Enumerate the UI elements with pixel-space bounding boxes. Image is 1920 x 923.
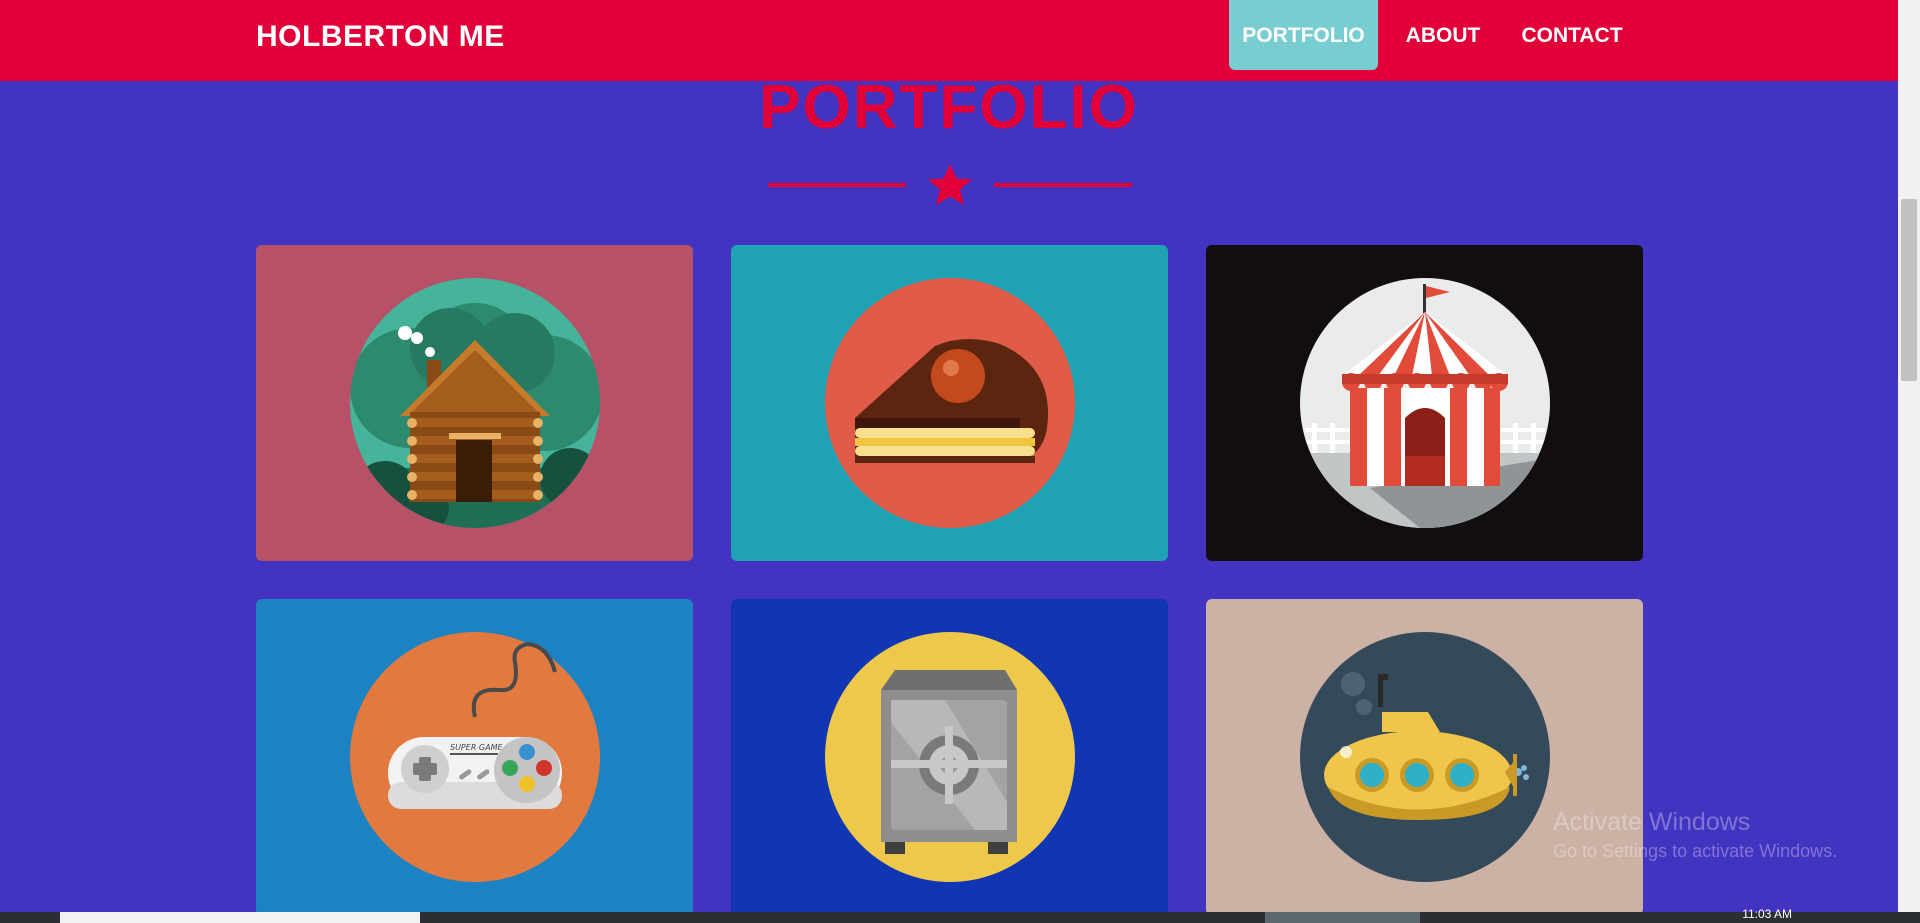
circus-tent-icon [1300, 278, 1550, 528]
nav-link-contact[interactable]: CONTACT [1512, 0, 1632, 70]
portfolio-card-cake[interactable] [731, 245, 1168, 561]
safe-icon [825, 632, 1075, 882]
taskbar-active-app[interactable] [1265, 912, 1420, 923]
star-icon [928, 164, 972, 205]
taskbar-search-box[interactable] [60, 912, 420, 923]
activation-watermark-title: Activate Windows [1553, 808, 1751, 836]
title-divider [768, 164, 1132, 205]
portfolio-card-cabin[interactable] [256, 245, 693, 561]
portfolio-card-controller[interactable]: SUPER GAME [256, 599, 693, 915]
brand-logo[interactable]: HOLBERTON ME [256, 20, 505, 54]
taskbar-clock[interactable]: 11:03 AM [1742, 908, 1792, 920]
taskbar: 11:03 AM [0, 908, 1920, 923]
nav-link-portfolio[interactable]: PORTFOLIO [1229, 0, 1378, 70]
section-title: PORTFOLIO [759, 73, 1139, 142]
game-controller-icon: SUPER GAME [350, 632, 600, 882]
svg-text:SUPER GAME: SUPER GAME [450, 743, 503, 752]
activation-watermark-subtitle: Go to Settings to activate Windows. [1553, 841, 1838, 861]
cake-slice-icon [825, 278, 1075, 528]
portfolio-card-circus[interactable] [1206, 245, 1643, 561]
navbar: HOLBERTON ME PORTFOLIO ABOUT CONTACT [0, 0, 1898, 81]
portfolio-card-safe[interactable] [731, 599, 1168, 915]
submarine-icon [1300, 632, 1550, 882]
log-cabin-icon [350, 278, 600, 528]
vertical-scrollbar[interactable] [1898, 0, 1920, 912]
portfolio-card-submarine[interactable] [1206, 599, 1643, 915]
nav-link-about[interactable]: ABOUT [1393, 0, 1493, 70]
scrollbar-thumb[interactable] [1901, 199, 1917, 381]
